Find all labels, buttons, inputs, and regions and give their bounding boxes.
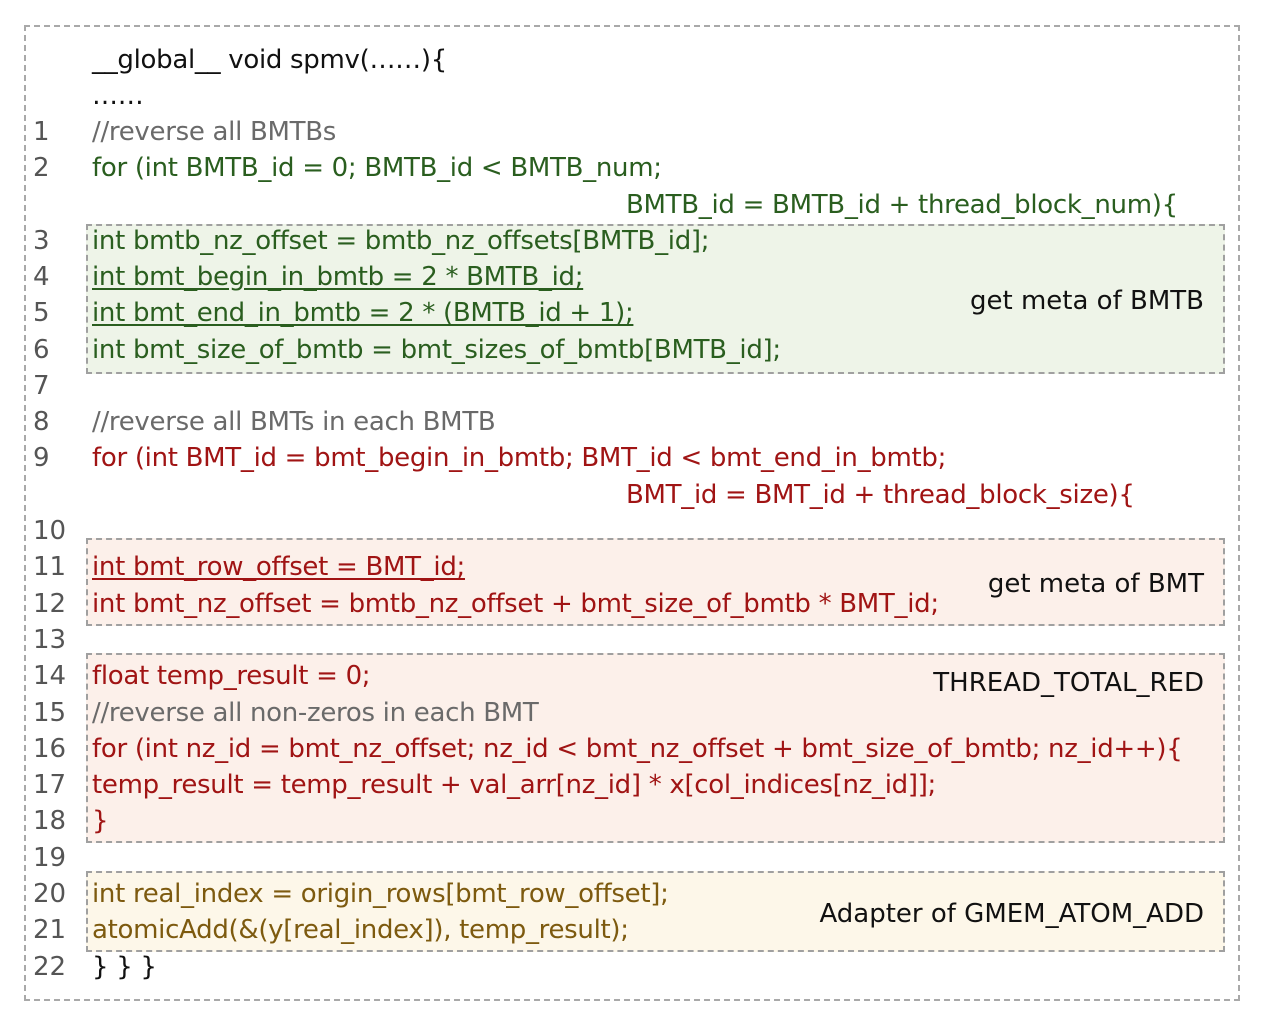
- line-number: 19: [33, 843, 67, 873]
- code-line-6: int bmt_size_of_bmtb = bmt_sizes_of_bmtb…: [92, 335, 781, 365]
- line-number: 1: [33, 117, 50, 147]
- code-line-9b: BMT_id = BMT_id + thread_block_size){: [626, 480, 1135, 510]
- code-line-18: }: [92, 806, 109, 836]
- code-line-5: int bmt_end_in_bmtb = 2 * (BMTB_id + 1);: [92, 298, 634, 328]
- code-line-11: int bmt_row_offset = BMT_id;: [92, 552, 465, 582]
- line-number: 14: [33, 661, 67, 691]
- line-number: 17: [33, 770, 67, 800]
- code-line-21: atomicAdd(&(y[real_index]), temp_result)…: [92, 915, 629, 945]
- code-line-15: //reverse all non-zeros in each BMT: [92, 698, 539, 728]
- line-number: 8: [33, 407, 50, 437]
- line-number: 3: [33, 226, 50, 256]
- line-number: 2: [33, 153, 50, 183]
- code-line-22: } } }: [92, 952, 157, 982]
- code-line-14: float temp_result = 0;: [92, 661, 371, 691]
- code-line-8: //reverse all BMTs in each BMTB: [92, 407, 496, 437]
- line-number: 13: [33, 625, 67, 655]
- line-number: 20: [33, 879, 67, 909]
- line-number: 4: [33, 262, 50, 292]
- label-get-meta-bmtb: get meta of BMTB: [970, 286, 1204, 316]
- label-thread-total-red: THREAD_TOTAL_RED: [933, 668, 1204, 698]
- line-number: 16: [33, 734, 67, 764]
- kernel-signature: __global__ void spmv(……){: [92, 45, 447, 75]
- header-ellipsis: ……: [92, 81, 144, 111]
- code-line-9a: for (int BMT_id = bmt_begin_in_bmtb; BMT…: [92, 443, 947, 473]
- code-line-16: for (int nz_id = bmt_nz_offset; nz_id < …: [92, 734, 1183, 764]
- code-line-2a: for (int BMTB_id = 0; BMTB_id < BMTB_num…: [92, 153, 662, 183]
- line-number: 11: [33, 552, 67, 582]
- label-get-meta-bmt: get meta of BMT: [987, 569, 1204, 599]
- line-number: 15: [33, 698, 67, 728]
- code-line-3: int bmtb_nz_offset = bmtb_nz_offsets[BMT…: [92, 226, 710, 256]
- code-line-12: int bmt_nz_offset = bmtb_nz_offset + bmt…: [92, 589, 939, 619]
- label-gmem-atom-add: Adapter of GMEM_ATOM_ADD: [819, 899, 1204, 929]
- line-number: 9: [33, 443, 50, 473]
- line-number: 21: [33, 915, 67, 945]
- code-line-20: int real_index = origin_rows[bmt_row_off…: [92, 879, 669, 909]
- line-number: 5: [33, 298, 50, 328]
- code-line-4: int bmt_begin_in_bmtb = 2 * BMTB_id;: [92, 262, 584, 292]
- code-line-1: //reverse all BMTBs: [92, 117, 336, 147]
- line-number: 22: [33, 952, 67, 982]
- code-line-17: temp_result = temp_result + val_arr[nz_i…: [92, 770, 937, 800]
- code-line-2b: BMTB_id = BMTB_id + thread_block_num){: [626, 190, 1178, 220]
- line-number: 12: [33, 589, 67, 619]
- line-number: 6: [33, 335, 50, 365]
- line-number: 18: [33, 806, 67, 836]
- line-number: 10: [33, 516, 67, 546]
- line-number: 7: [33, 371, 50, 401]
